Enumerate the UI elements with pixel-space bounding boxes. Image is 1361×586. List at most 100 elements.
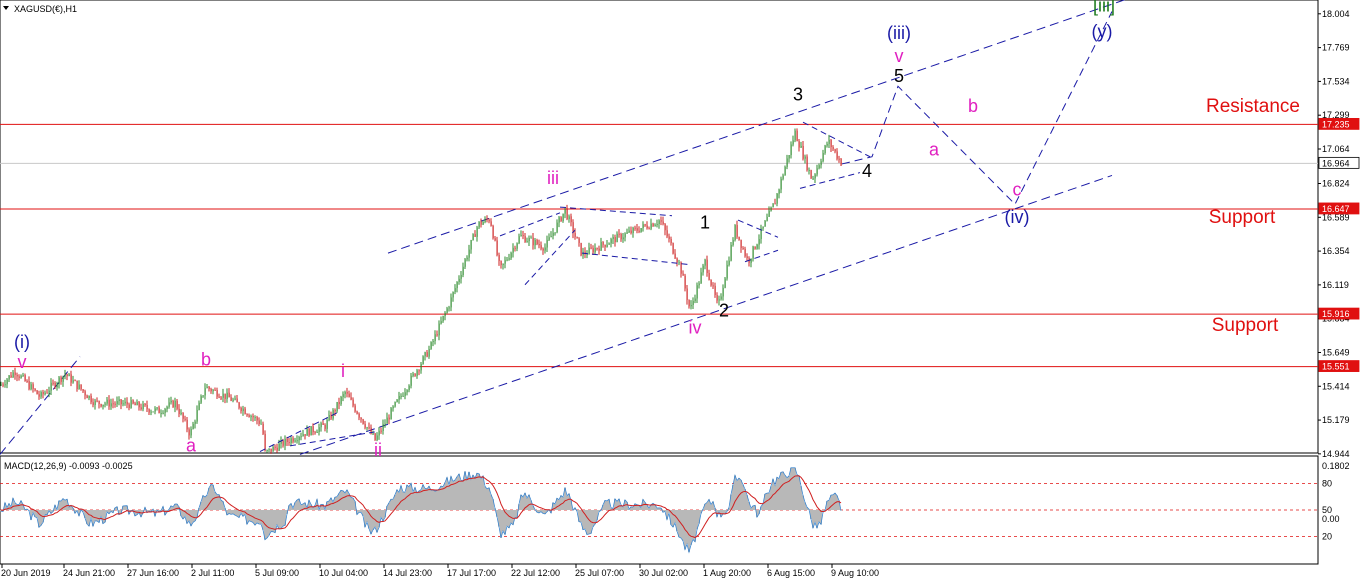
candle-body bbox=[704, 259, 706, 266]
candle-body bbox=[608, 243, 610, 245]
candle-body bbox=[818, 165, 820, 169]
candle-body bbox=[614, 237, 616, 243]
candle-body bbox=[652, 223, 654, 227]
time-tick-label: 27 Jun 16:00 bbox=[127, 568, 179, 578]
macd-histogram-bar bbox=[338, 493, 340, 510]
candle-body bbox=[290, 438, 292, 444]
candle-body bbox=[722, 287, 724, 297]
candle-body bbox=[622, 237, 624, 240]
macd-histogram-bar bbox=[210, 484, 212, 510]
candle-body bbox=[702, 265, 704, 273]
candle-body bbox=[642, 224, 644, 229]
macd-histogram-bar bbox=[686, 510, 688, 545]
candle-body bbox=[368, 427, 370, 429]
candle-body bbox=[600, 241, 602, 251]
candle-body bbox=[116, 401, 118, 405]
macd-histogram-bar bbox=[408, 486, 410, 510]
candle-body bbox=[574, 233, 576, 237]
candle-body bbox=[328, 415, 330, 421]
candle-body bbox=[276, 447, 278, 451]
candle-body bbox=[100, 404, 102, 407]
candle-body bbox=[362, 419, 364, 424]
candle-body bbox=[636, 228, 638, 231]
candle-body bbox=[708, 272, 710, 280]
candle-body bbox=[82, 389, 84, 392]
candle-body bbox=[730, 244, 732, 261]
candle-body bbox=[426, 352, 428, 357]
candle-body bbox=[756, 244, 758, 249]
candle-body bbox=[206, 386, 208, 389]
candle-body bbox=[340, 396, 342, 405]
candle-body bbox=[366, 427, 368, 429]
candle-body bbox=[400, 395, 402, 397]
macd-histogram-bar bbox=[44, 510, 46, 515]
macd-histogram-bar bbox=[192, 510, 194, 523]
macd-histogram-bar bbox=[236, 510, 238, 517]
time-tick-label: 10 Jul 04:00 bbox=[319, 568, 368, 578]
macd-histogram-bar bbox=[96, 510, 98, 521]
candle-body bbox=[476, 227, 478, 237]
candle-body bbox=[630, 230, 632, 234]
candle-body bbox=[194, 421, 196, 424]
candle-body bbox=[112, 403, 114, 405]
candle-body bbox=[0, 384, 2, 386]
candle-body bbox=[762, 226, 764, 229]
wave-label: c bbox=[1013, 180, 1022, 200]
chart: 0.1802 80 50 0.00 20 (i) v b a i ii iii iv 1 2 3 4 5 (iii… bbox=[0, 0, 1361, 586]
candle-body bbox=[172, 400, 174, 408]
wave-label: 1 bbox=[700, 213, 710, 233]
candle-body bbox=[302, 434, 304, 437]
macd-histogram-bar bbox=[436, 490, 438, 510]
candle-body bbox=[136, 401, 138, 406]
candle-body bbox=[768, 210, 770, 217]
candle-body bbox=[780, 178, 782, 190]
candle-body bbox=[90, 395, 92, 403]
candle-body bbox=[384, 423, 386, 425]
candle-body bbox=[424, 352, 426, 357]
candle-body bbox=[232, 399, 234, 401]
macd-histogram-bar bbox=[506, 510, 508, 527]
time-tick-label: 22 Jul 12:00 bbox=[511, 568, 560, 578]
macd-histogram-bar bbox=[566, 495, 568, 510]
candle-body bbox=[306, 428, 308, 436]
time-tick-label: 30 Jul 02:00 bbox=[639, 568, 688, 578]
wave-label: ii bbox=[374, 440, 382, 460]
candle-body bbox=[36, 390, 38, 395]
candle-body bbox=[770, 207, 772, 211]
candle-body bbox=[618, 233, 620, 235]
chart-canvas: 0.180280500.0020 (i)v baiiiiiiiv12345(iii… bbox=[0, 0, 1360, 578]
candle-body bbox=[298, 437, 300, 441]
candle-body bbox=[160, 412, 162, 414]
time-tick-label: 17 Jul 17:00 bbox=[447, 568, 496, 578]
wave-label: v bbox=[895, 46, 904, 66]
price-tag-label: 16.647 bbox=[1322, 204, 1350, 214]
candle-body bbox=[778, 189, 780, 194]
candle-body bbox=[294, 440, 296, 442]
candle-body bbox=[504, 260, 506, 264]
candle-body bbox=[602, 241, 604, 245]
candle-body bbox=[458, 278, 460, 283]
candle-body bbox=[744, 248, 746, 257]
candle-body bbox=[174, 400, 176, 408]
candle-body bbox=[734, 225, 736, 241]
price-tick-label: 15.414 bbox=[1322, 381, 1350, 391]
candle-body bbox=[468, 249, 470, 258]
candle-body bbox=[204, 388, 206, 396]
candle-body bbox=[228, 392, 230, 398]
candle-body bbox=[224, 393, 226, 399]
candle-body bbox=[398, 395, 400, 400]
candle-body bbox=[438, 323, 440, 336]
candle-body bbox=[532, 237, 534, 246]
candle-body bbox=[436, 334, 438, 336]
candle-body bbox=[6, 379, 8, 385]
candle-body bbox=[406, 390, 408, 393]
macd-histogram-bar bbox=[404, 492, 406, 510]
macd-histogram-bar bbox=[258, 510, 260, 525]
candle-body bbox=[304, 434, 306, 436]
symbol-label: XAGUSD(€),H1 bbox=[14, 4, 77, 14]
macd-histogram-bar bbox=[412, 491, 414, 510]
candle-body bbox=[686, 288, 688, 300]
candle-body bbox=[124, 401, 126, 404]
candle-body bbox=[520, 235, 522, 237]
macd-histogram-bar bbox=[424, 488, 426, 510]
